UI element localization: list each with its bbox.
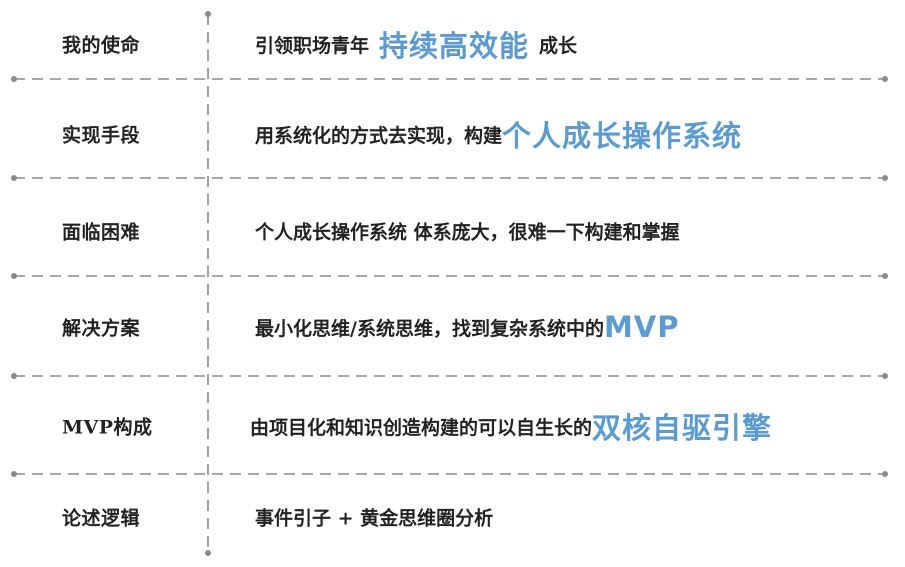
content-text: 由项目化和知识创造构建的可以自生长的 bbox=[250, 416, 593, 439]
content-highlight: 个人成长操作系统 bbox=[502, 119, 743, 153]
content-text: 事件引子 + 黄金思维圈分析 bbox=[255, 507, 494, 530]
vertical-divider-top-dot bbox=[205, 11, 211, 17]
row-content: 引领职场青年 持续高效能 成长 bbox=[255, 23, 577, 65]
mission-table: 我的使命 引领职场青年 持续高效能 成长 实现手段 用系统化的方式去实现，构建 … bbox=[0, 0, 905, 567]
content-highlight: 双核自驱引擎 bbox=[592, 411, 773, 445]
content-text: 个人成长操作系统 体系庞大，很难一下构建和掌握 bbox=[255, 221, 680, 244]
row-label: MVP构成 bbox=[62, 416, 153, 439]
content-highlight: MVP bbox=[603, 310, 680, 344]
row-label: 实现手段 bbox=[62, 124, 141, 147]
content-text-after: 成长 bbox=[539, 34, 578, 57]
row-label: 我的使命 bbox=[62, 34, 141, 57]
content-text: 引领职场青年 bbox=[255, 34, 370, 57]
row-content: 事件引子 + 黄金思维圈分析 bbox=[255, 504, 493, 531]
row-label: 面临困难 bbox=[62, 221, 141, 244]
vertical-divider-bottom-dot bbox=[205, 550, 211, 556]
row-content: 最小化思维/系统思维，找到复杂系统中的 MVP bbox=[255, 310, 680, 344]
row-content: 用系统化的方式去实现，构建 个人成长操作系统 bbox=[255, 113, 742, 155]
content-text: 用系统化的方式去实现，构建 bbox=[255, 124, 503, 147]
row-content: 个人成长操作系统 体系庞大，很难一下构建和掌握 bbox=[255, 218, 680, 245]
row-content: 由项目化和知识创造构建的可以自生长的 双核自驱引擎 bbox=[250, 405, 772, 447]
row-label: 解决方案 bbox=[62, 317, 141, 340]
content-text: 最小化思维/系统思维，找到复杂系统中的 bbox=[255, 317, 604, 340]
content-highlight: 持续高效能 bbox=[379, 29, 530, 63]
table-grid-lines bbox=[11, 11, 888, 556]
row-label: 论述逻辑 bbox=[62, 507, 141, 530]
